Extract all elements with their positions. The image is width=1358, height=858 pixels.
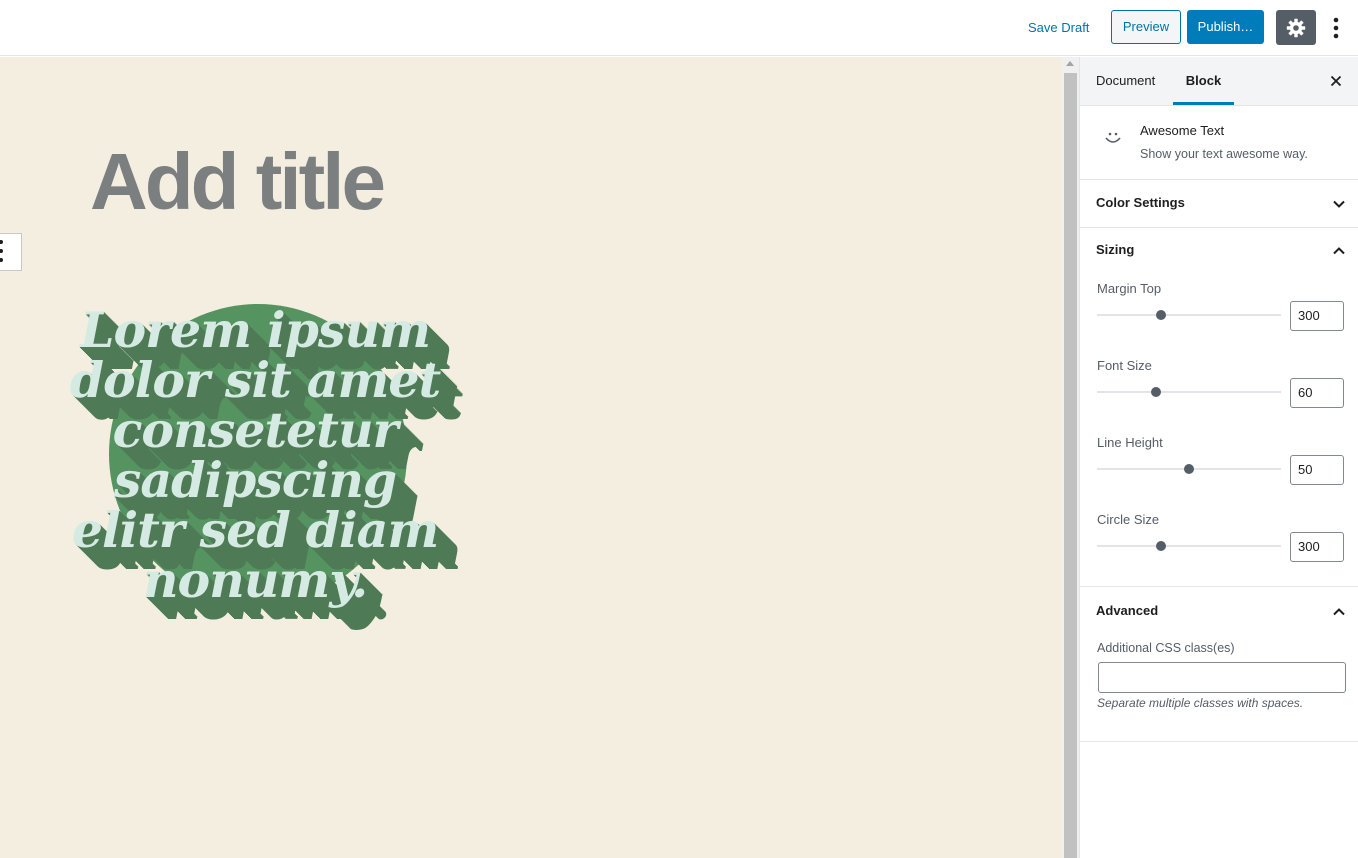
slider-track xyxy=(1097,314,1281,316)
slider-track xyxy=(1097,545,1281,547)
smile-icon xyxy=(1105,132,1121,143)
panel-title: Sizing xyxy=(1096,242,1135,257)
settings-sidebar: Document Block Awesome Text Show your te… xyxy=(1079,57,1358,858)
slider-thumb[interactable] xyxy=(1156,541,1167,551)
awesome-text-line: nonumy. xyxy=(142,551,368,609)
margin-top-label: Margin Top xyxy=(1097,281,1162,296)
line-height-label: Line Height xyxy=(1097,435,1163,450)
vertical-ellipsis-icon xyxy=(1333,17,1339,38)
css-class-help: Separate multiple classes with spaces. xyxy=(1097,696,1304,710)
tab-document[interactable]: Document xyxy=(1096,57,1155,105)
tab-block[interactable]: Block xyxy=(1173,57,1234,105)
divider xyxy=(1080,741,1358,742)
chevron-down-icon xyxy=(1333,200,1345,208)
dot xyxy=(0,249,3,253)
editor-canvas: Add title Lorem ipsum dolor sit amet con… xyxy=(0,57,1062,858)
font-size-label: Font Size xyxy=(1097,358,1152,373)
circle-size-input[interactable]: 300 xyxy=(1290,532,1344,562)
slider-thumb[interactable] xyxy=(1184,464,1194,474)
sidebar-tabs: Document Block xyxy=(1080,57,1358,106)
margin-top-slider[interactable] xyxy=(1097,308,1281,322)
more-options-button[interactable] xyxy=(1326,10,1346,45)
awesome-text-line: Lorem ipsum xyxy=(80,301,431,359)
save-draft-button[interactable]: Save Draft xyxy=(1018,17,1099,39)
panel-title: Advanced xyxy=(1096,603,1159,618)
gear-icon xyxy=(1286,18,1306,37)
settings-button[interactable] xyxy=(1276,10,1316,45)
panel-title: Color Settings xyxy=(1096,195,1185,210)
circle-size-slider[interactable] xyxy=(1097,539,1281,553)
close-icon[interactable] xyxy=(1328,73,1344,89)
block-card: Awesome Text Show your text awesome way. xyxy=(1080,106,1358,180)
margin-top-input[interactable]: 300 xyxy=(1290,301,1344,331)
awesome-text-block[interactable]: Lorem ipsum dolor sit amet consetetur sa… xyxy=(0,297,540,617)
post-title-input[interactable]: Add title xyxy=(90,136,386,228)
block-description: Show your text awesome way. xyxy=(1140,147,1308,161)
sizing-panel-toggle[interactable]: Sizing xyxy=(1080,228,1358,274)
awesome-text-line: dolor sit amet xyxy=(69,351,441,409)
font-size-slider[interactable] xyxy=(1097,385,1281,399)
advanced-panel-toggle[interactable]: Advanced xyxy=(1080,589,1358,635)
line-height-slider[interactable] xyxy=(1097,462,1281,476)
divider xyxy=(1080,586,1358,587)
dot xyxy=(0,240,3,244)
color-settings-panel-toggle[interactable]: Color Settings xyxy=(1080,181,1358,227)
chevron-up-icon xyxy=(1333,608,1345,616)
publish-button[interactable]: Publish… xyxy=(1187,10,1264,44)
line-height-input[interactable]: 50 xyxy=(1290,455,1344,485)
awesome-text-line: elitr sed diam xyxy=(71,501,439,559)
chevron-up-icon xyxy=(1333,247,1345,255)
scroll-up-arrow-icon[interactable] xyxy=(1066,61,1074,66)
dot xyxy=(0,258,3,262)
slider-thumb[interactable] xyxy=(1156,310,1167,320)
awesome-text-line: consetetur sadipscing xyxy=(112,401,399,509)
font-size-input[interactable]: 60 xyxy=(1290,378,1344,408)
css-class-input[interactable] xyxy=(1098,662,1346,693)
slider-track xyxy=(1097,391,1281,393)
circle-size-label: Circle Size xyxy=(1097,512,1160,527)
slider-thumb[interactable] xyxy=(1150,387,1161,397)
editor-scrollbar[interactable] xyxy=(1062,57,1079,858)
awesome-text-content[interactable]: Lorem ipsum dolor sit amet consetetur sa… xyxy=(0,305,510,605)
block-name: Awesome Text xyxy=(1140,123,1225,138)
preview-button[interactable]: Preview xyxy=(1111,10,1181,44)
block-toolbar-toggle[interactable] xyxy=(0,233,22,271)
scroll-thumb[interactable] xyxy=(1064,73,1077,858)
editor-header: Save Draft Preview Publish… xyxy=(0,0,1358,56)
css-class-label: Additional CSS class(es) xyxy=(1097,641,1235,655)
